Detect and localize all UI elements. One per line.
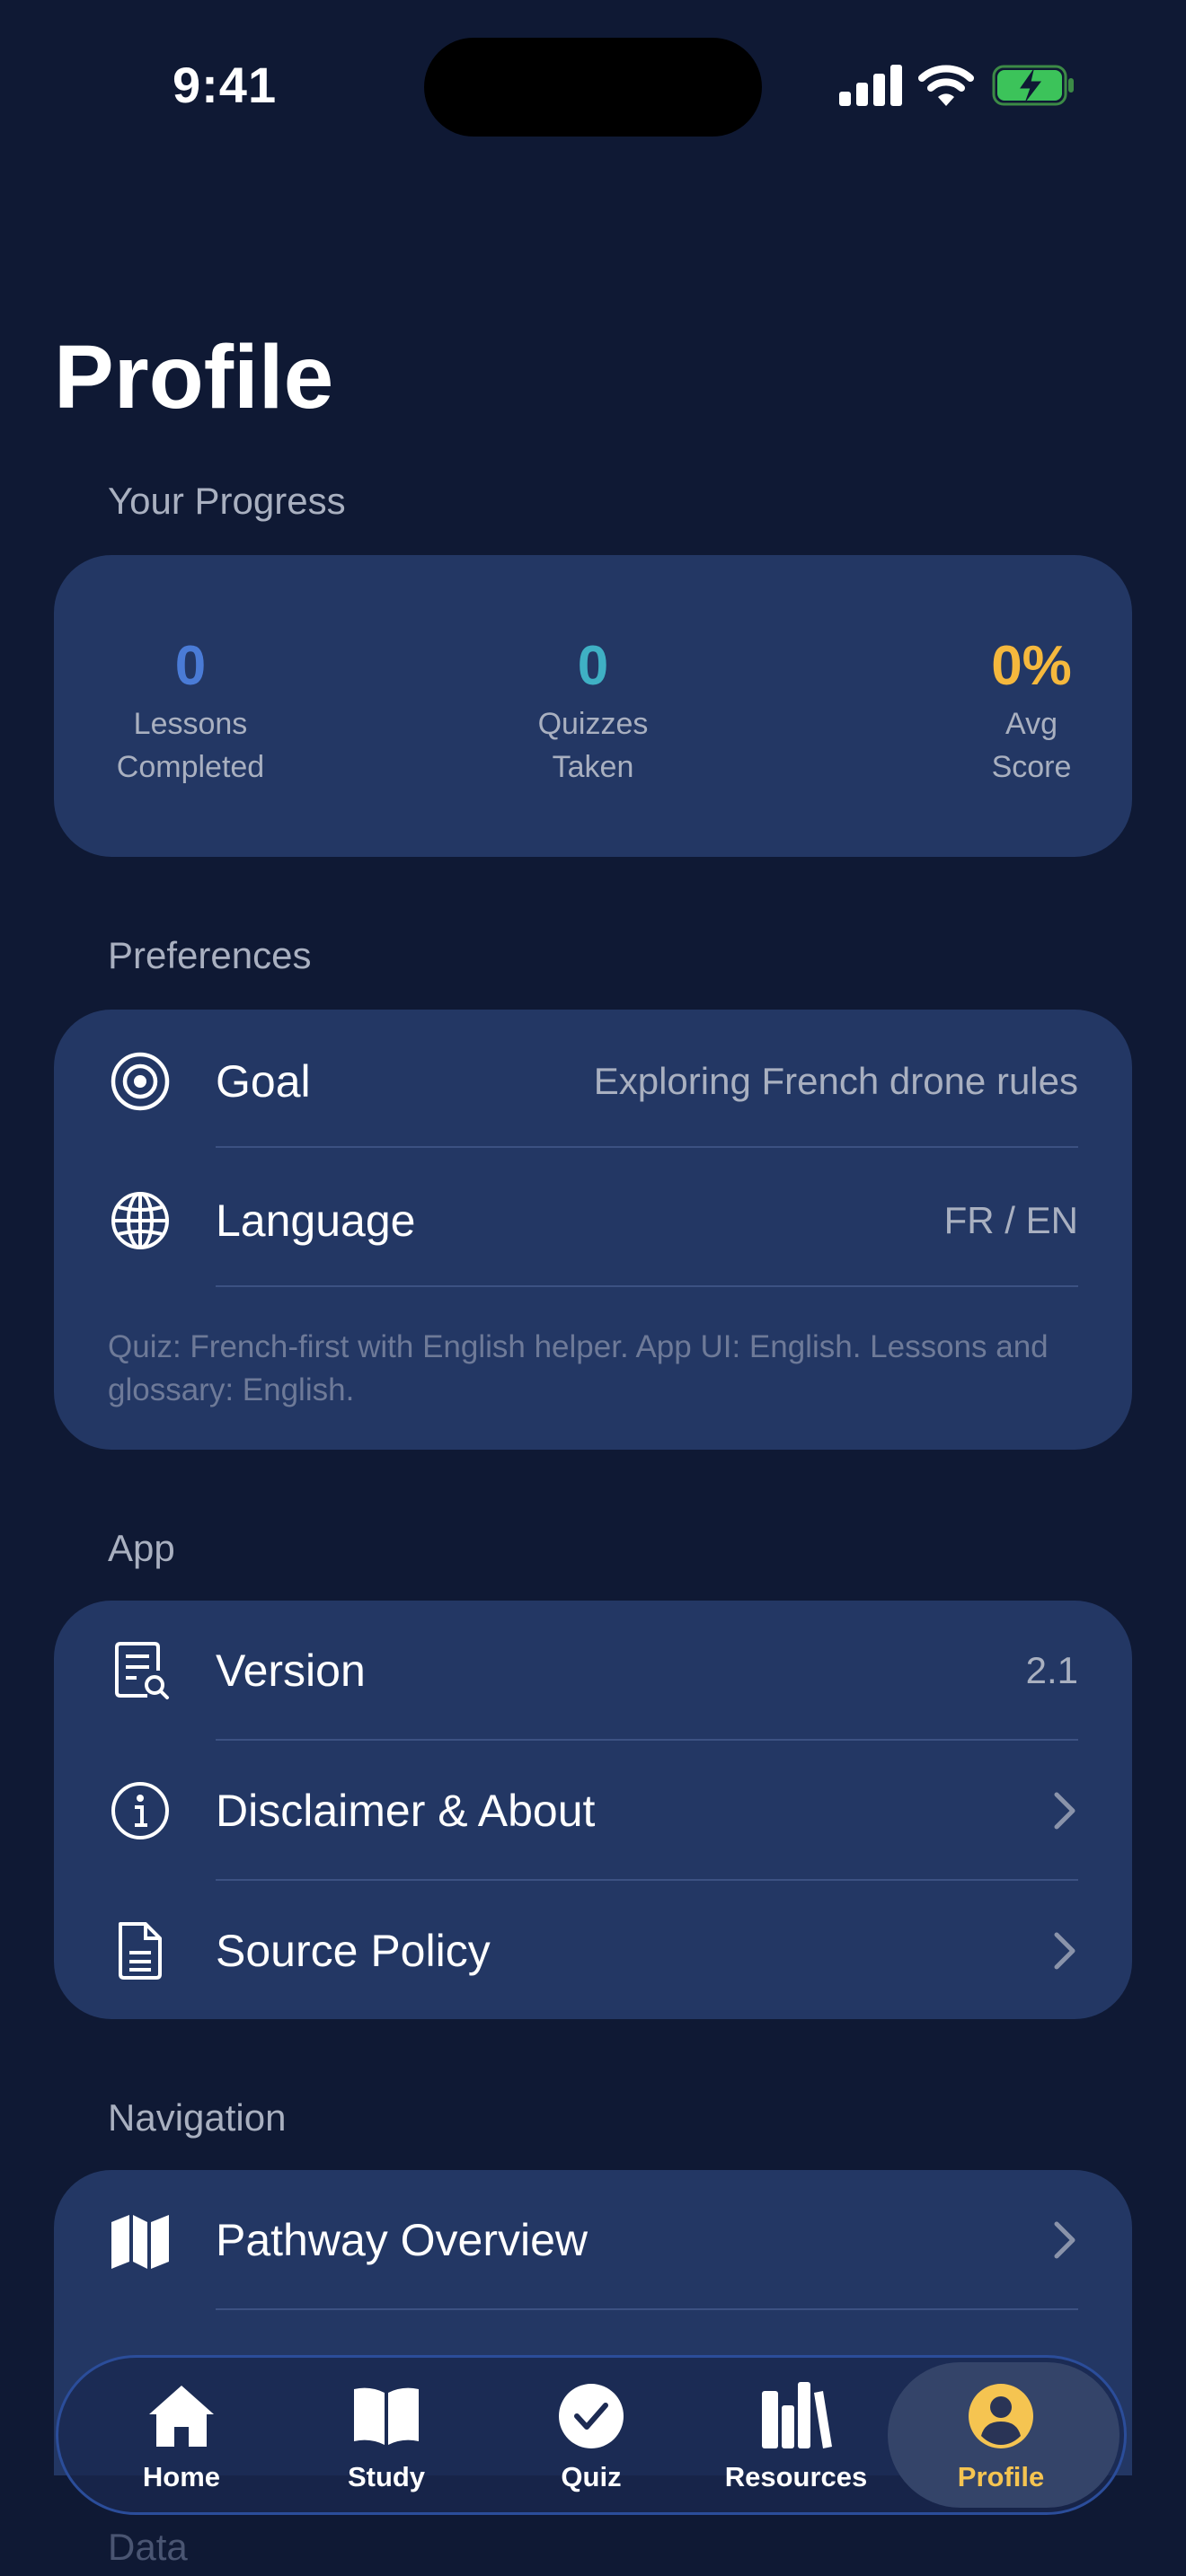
wifi-icon [918,65,974,106]
divider [216,1285,1078,1287]
tab-resources[interactable]: Resources [697,2355,895,2515]
source-policy-title: Source Policy [216,1926,491,1976]
page-title: Profile [54,327,334,428]
language-row[interactable]: Language FR / EN [54,1151,1132,1291]
map-icon [111,2215,169,2269]
divider [216,1146,1078,1148]
source-policy-row[interactable]: Source Policy [54,1881,1132,2021]
tab-study-label: Study [347,2461,426,2492]
battery-charging-icon [992,65,1074,106]
section-label-progress: Your Progress [108,480,346,522]
document-icon [119,1922,162,1980]
section-label-app: App [108,1527,175,1569]
dynamic-island [424,38,762,137]
version-row: Version 2.1 [54,1601,1132,1741]
cellular-signal-icon [839,65,904,106]
tab-bar-items: Home Study Quiz Resources Profile [56,2355,1127,2515]
app-card: Version 2.1 Disclaimer & About Source Po… [54,1601,1132,2019]
disclaimer-title: Disclaimer & About [216,1786,596,1836]
version-title: Version [216,1645,366,1696]
language-value: FR / EN [943,1199,1078,1241]
pathway-title: Pathway Overview [216,2215,589,2265]
section-label-preferences: Preferences [108,934,312,976]
preferences-card: Goal Exploring French drone rules Langua… [54,1010,1132,1450]
divider [216,2308,1078,2310]
tab-profile-label: Profile [957,2461,1045,2492]
chevron-right-icon [1054,2221,1075,2259]
stat-quizzes-value: 0 [577,635,609,697]
tab-resources-label: Resources [724,2461,868,2492]
stat-avg-score-value: 0% [991,635,1072,697]
section-label-navigation: Navigation [108,2096,287,2139]
chevron-right-icon [1054,1792,1075,1830]
tab-home[interactable]: Home [83,2355,280,2515]
info-icon [111,1782,169,1839]
status-time: 9:41 [173,57,278,113]
checkmark-circle-icon [559,2384,624,2448]
stat-lessons-value: 0 [174,635,207,697]
tab-quiz[interactable]: Quiz [492,2355,690,2515]
document-search-icon [115,1642,169,1699]
book-icon [354,2387,419,2445]
stat-avg-score-label: Avg Score [991,707,1072,784]
tab-study[interactable]: Study [288,2355,485,2515]
version-value: 2.1 [1025,1649,1078,1691]
goal-value: Exploring French drone rules [593,1060,1078,1102]
stat-lessons-label: Lessons Completed [116,707,265,784]
chevron-right-icon [1054,1932,1075,1970]
tab-profile[interactable]: Profile [902,2355,1100,2515]
stat-avg-score: 0% Avg Score [985,631,1078,789]
stat-quizzes: 0 Quizzes Taken [503,631,683,789]
goal-row[interactable]: Goal Exploring French drone rules [54,1011,1132,1151]
stat-quizzes-label: Quizzes Taken [537,707,649,784]
goal-title: Goal [216,1056,311,1107]
person-circle-icon [969,2384,1033,2448]
books-icon [762,2382,832,2448]
section-label-data: Data [108,2526,188,2568]
stat-lessons: 0 Lessons Completed [108,631,273,789]
target-icon [111,1052,170,1111]
language-note: Quiz: French-first with English helper. … [108,1329,1049,1407]
globe-icon [111,1192,169,1249]
language-title: Language [216,1195,416,1246]
tab-home-label: Home [142,2461,221,2492]
pathway-row[interactable]: Pathway Overview [54,2170,1132,2310]
disclaimer-row[interactable]: Disclaimer & About [54,1741,1132,1881]
tab-quiz-label: Quiz [561,2461,622,2492]
house-icon [146,2380,214,2447]
progress-card: 0 Lessons Completed 0 Quizzes Taken 0% A… [54,555,1132,857]
